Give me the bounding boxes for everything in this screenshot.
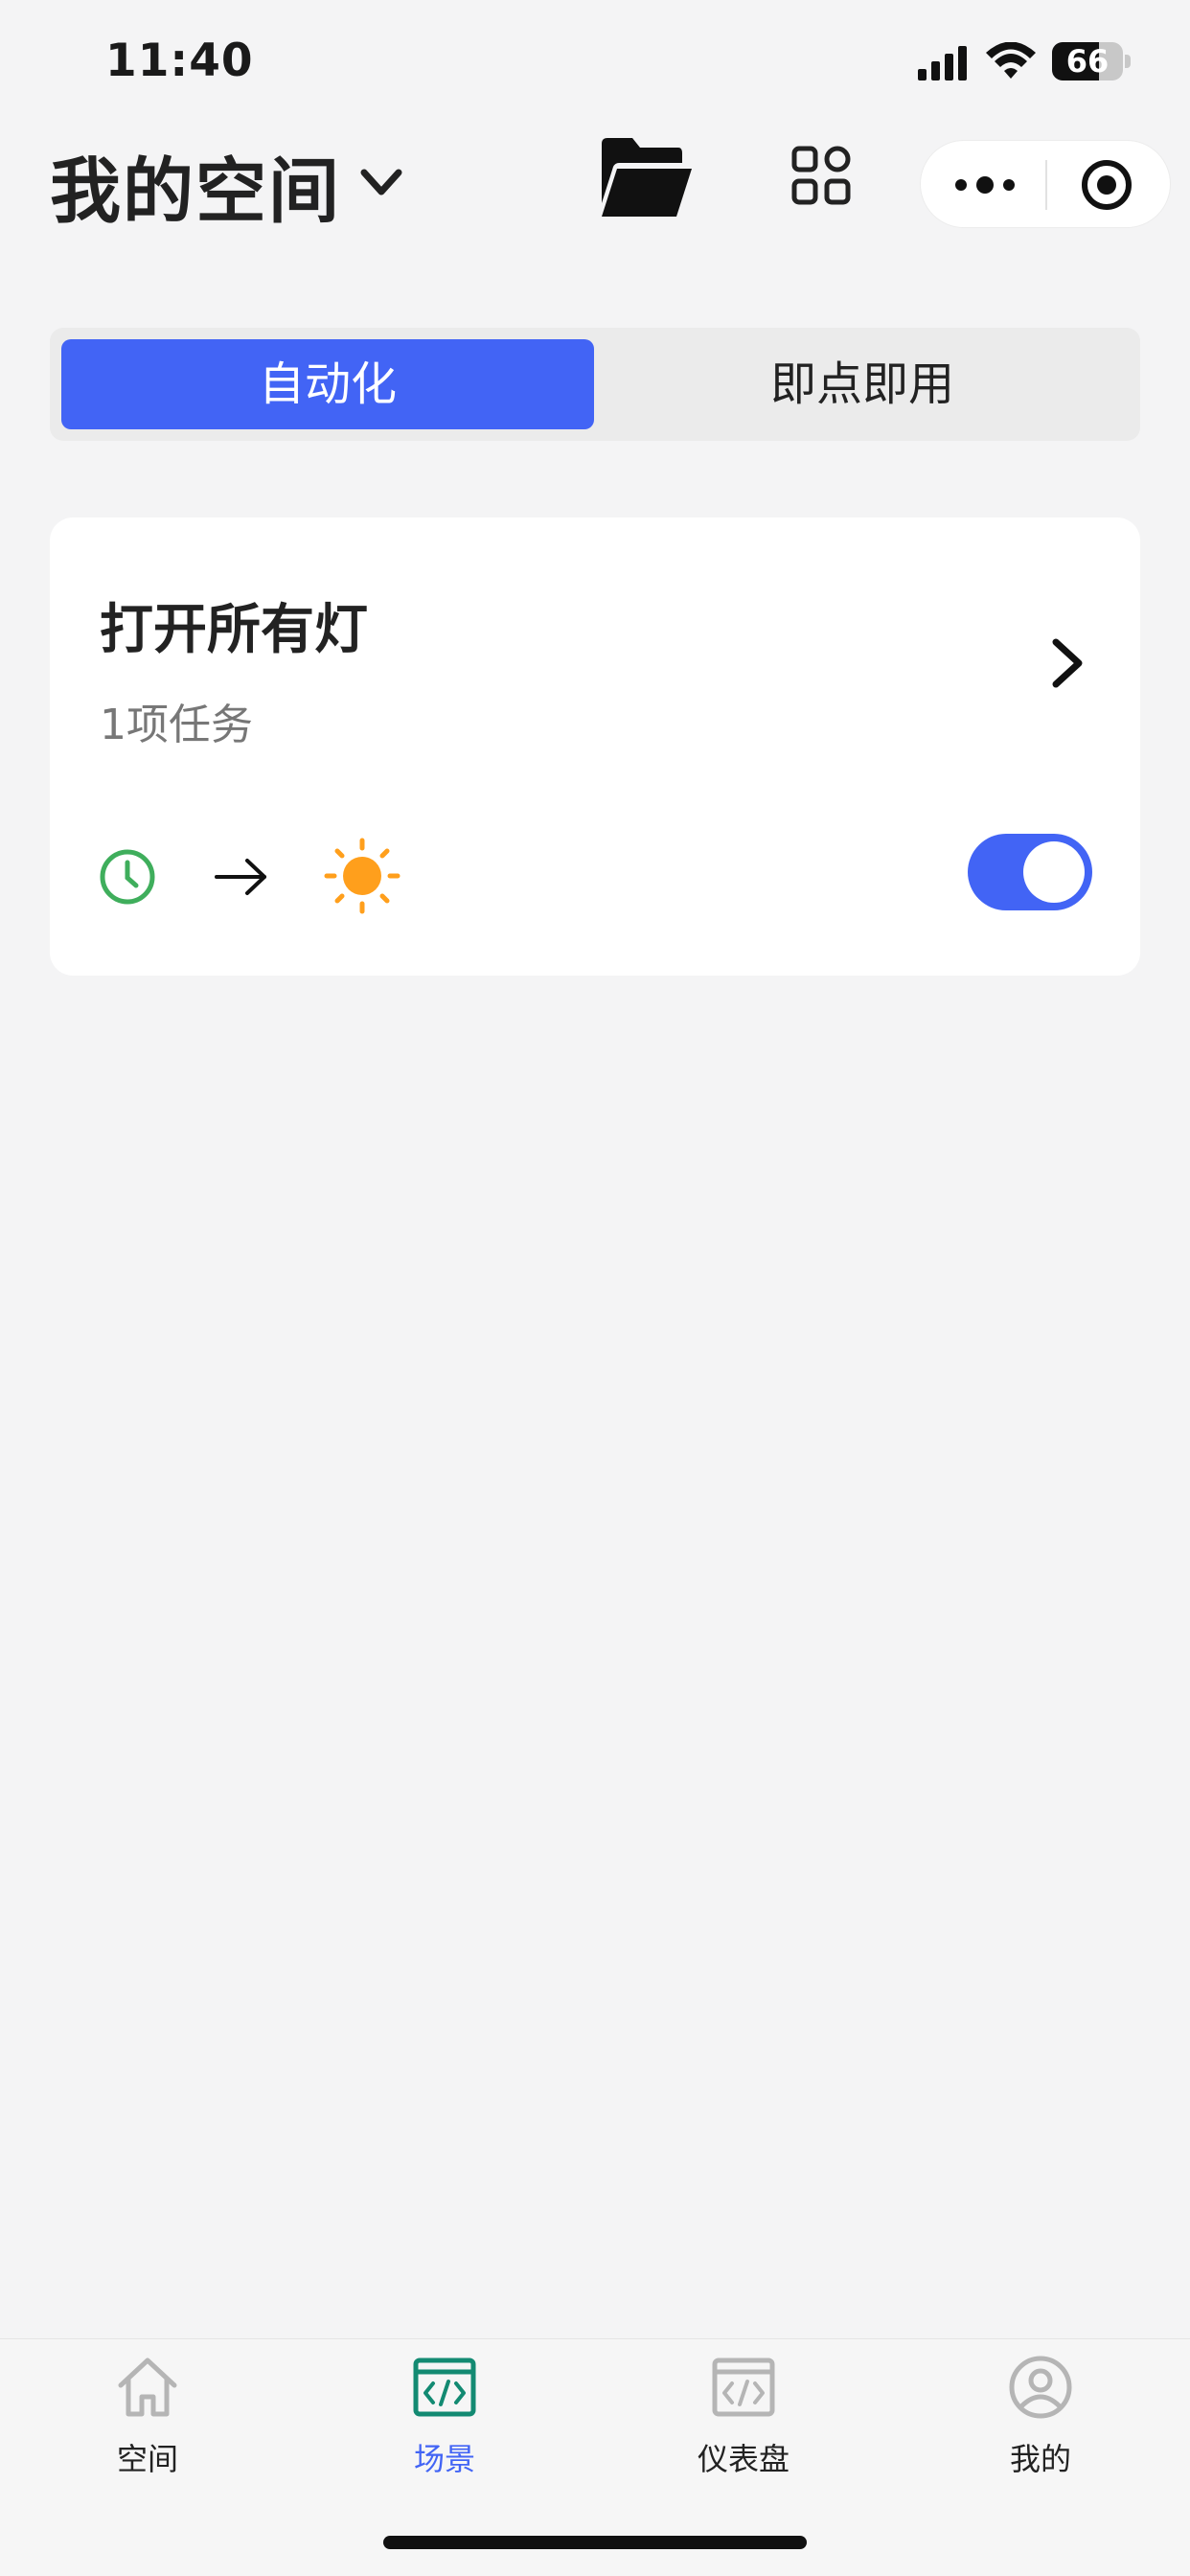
battery-body: 66	[1052, 42, 1123, 80]
tabbar-label: 空间	[116, 2441, 178, 2477]
home-icon	[118, 2358, 177, 2417]
scene-title: 打开所有灯	[100, 599, 368, 661]
capsule-divider	[1045, 160, 1047, 210]
tabbar-label: 仪表盘	[697, 2441, 790, 2477]
clock-icon	[100, 849, 155, 905]
dashboard-icon	[712, 2358, 775, 2417]
target-icon[interactable]	[1080, 158, 1133, 212]
profile-icon	[1009, 2356, 1072, 2419]
battery-level: 66	[1065, 43, 1110, 80]
tab-tap-to-run[interactable]: 即点即用	[596, 339, 1129, 429]
scene-card[interactable]: 打开所有灯 1项任务	[50, 518, 1140, 976]
wifi-icon	[986, 42, 1036, 79]
arrow-right-icon	[215, 859, 266, 895]
tabbar-label: 场景	[413, 2441, 475, 2477]
grid-icon[interactable]	[791, 146, 851, 205]
scene-enabled-toggle[interactable]	[968, 834, 1092, 910]
home-indicator[interactable]	[383, 2536, 807, 2549]
more-icon[interactable]	[951, 164, 1018, 206]
status-bar: 11:40 66	[0, 0, 1190, 125]
sun-icon	[324, 838, 400, 914]
tabbar-label: 我的	[1009, 2441, 1071, 2477]
tabbar-item-scenes[interactable]: 场景	[349, 2355, 540, 2489]
scene-task-count: 1项任务	[100, 701, 253, 749]
chevron-right-icon[interactable]	[1042, 634, 1092, 692]
tabbar-item-dashboard[interactable]: 仪表盘	[648, 2355, 839, 2489]
scene-icon	[413, 2358, 476, 2417]
tab-automation[interactable]: 自动化	[61, 339, 594, 429]
tabbar-item-me[interactable]: 我的	[945, 2355, 1136, 2489]
scenes-page: 11:40 66 我的空间 自动化 即点即用 打开所有灯 1项任务 空间 场景 …	[0, 0, 1190, 2576]
miniapp-capsule	[920, 140, 1171, 228]
header: 我的空间	[0, 125, 1190, 240]
battery-cap	[1125, 55, 1131, 68]
scene-type-segment: 自动化 即点即用	[50, 328, 1140, 441]
space-title[interactable]: 我的空间	[50, 134, 341, 237]
folder-icon[interactable]	[598, 134, 694, 220]
status-time: 11:40	[105, 34, 254, 87]
cellular-signal-icon	[918, 46, 967, 80]
chevron-down-icon[interactable]	[356, 157, 406, 207]
toggle-knob	[1023, 841, 1085, 903]
tabbar-item-space[interactable]: 空间	[52, 2355, 243, 2489]
battery-indicator: 66	[1052, 42, 1131, 80]
